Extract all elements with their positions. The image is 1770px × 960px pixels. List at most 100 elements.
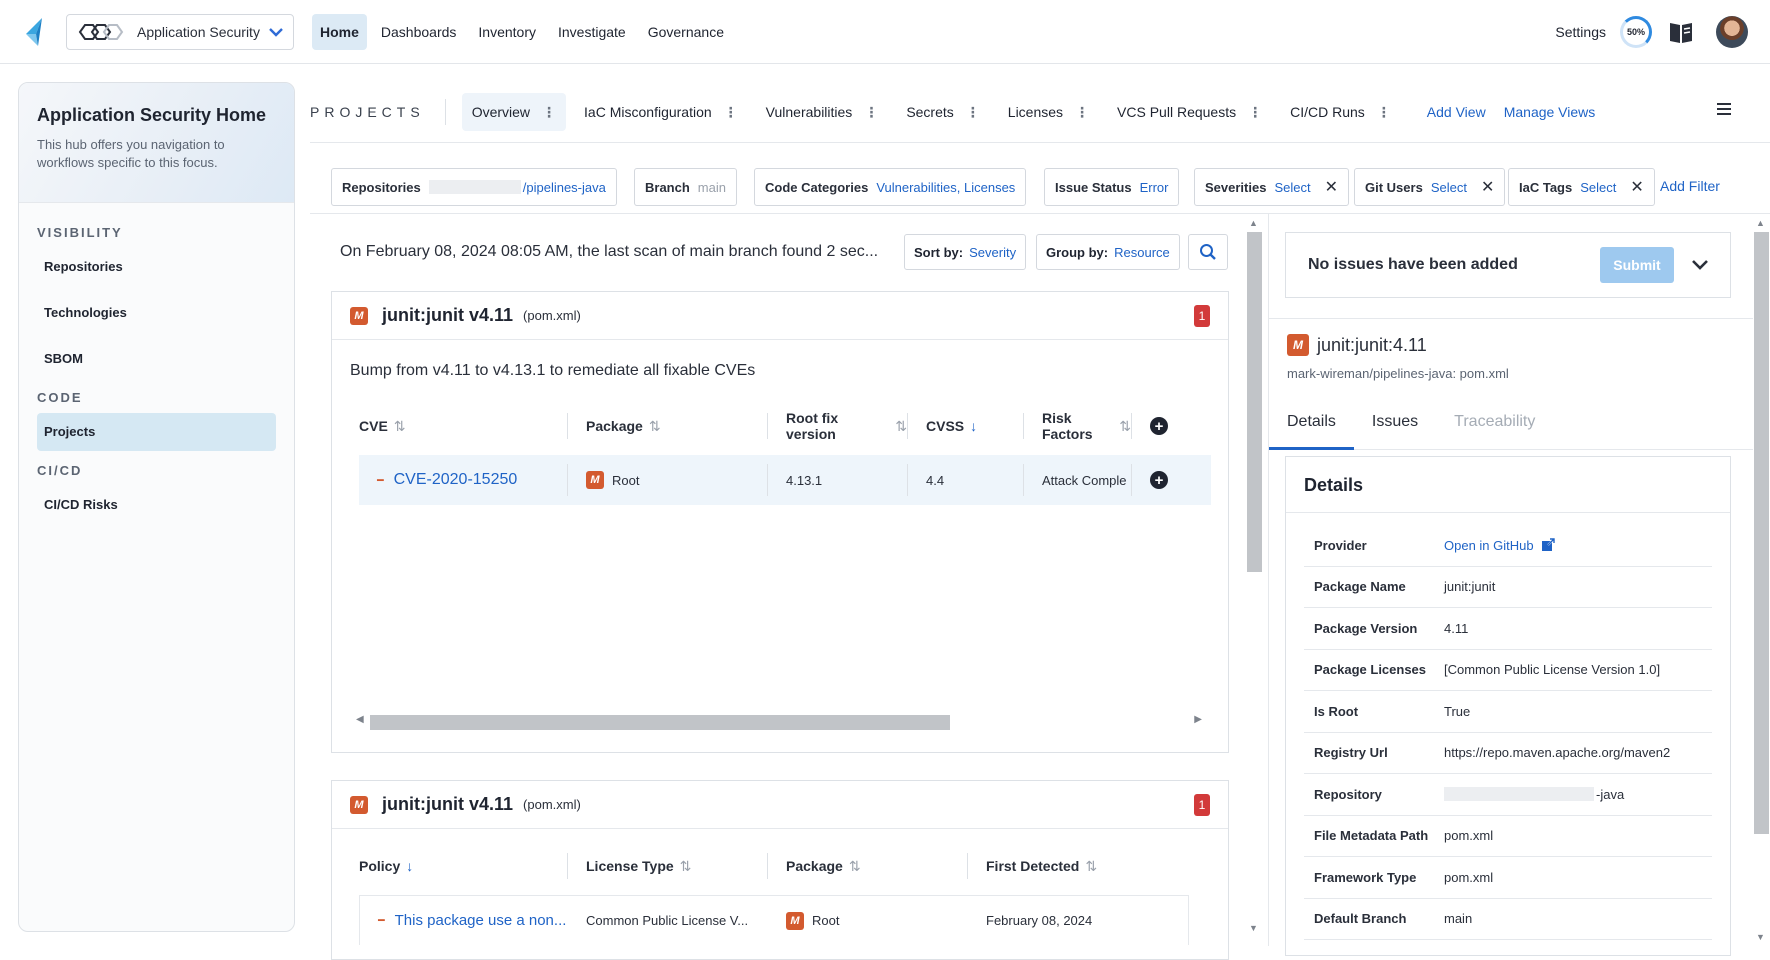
issue-count-badge: 1 [1194, 793, 1210, 816]
kebab-icon[interactable]: ⋮ [724, 104, 738, 121]
search-button[interactable] [1188, 234, 1228, 270]
scroll-up-icon[interactable]: ▲ [1249, 218, 1258, 228]
tab-vulnerabilities[interactable]: Vulnerabilities ⋮ [756, 93, 889, 131]
col-first-detected[interactable]: First Detected ⇅ [967, 853, 1167, 879]
details-box: Details Provider Open in GitHub Package … [1285, 456, 1731, 956]
col-cve[interactable]: CVE ⇅ [359, 413, 567, 439]
col-label: CVSS [926, 418, 965, 434]
scroll-left-icon[interactable]: ◀ [356, 714, 364, 725]
scroll-down-icon[interactable]: ▼ [1249, 923, 1258, 933]
scrollbar-thumb[interactable] [370, 715, 950, 730]
progress-ring[interactable]: 50% [1620, 16, 1652, 48]
add-icon[interactable]: + [1150, 471, 1168, 489]
user-avatar[interactable] [1716, 16, 1748, 48]
scrollbar-thumb[interactable] [1754, 232, 1769, 834]
kebab-icon[interactable]: ⋮ [1248, 104, 1262, 121]
sort-icon[interactable]: ⇅ [1085, 858, 1097, 875]
close-icon[interactable]: ✕ [1481, 177, 1494, 197]
col-policy[interactable]: Policy ↓ [359, 853, 567, 879]
detail-row-file-metadata-path: File Metadata Path pom.xml [1304, 816, 1712, 857]
sort-icon[interactable]: ⇅ [849, 858, 861, 875]
main-vertical-scrollbar[interactable]: ▲ ▼ [1246, 218, 1262, 933]
search-icon [1200, 244, 1216, 260]
filter-branch[interactable]: Branch main [634, 168, 737, 206]
nav-governance[interactable]: Governance [640, 14, 732, 50]
detail-row-package-name: Package Name junit:junit [1304, 567, 1712, 608]
filter-value: Error [1139, 179, 1169, 195]
open-in-github-link[interactable]: Open in GitHub [1444, 537, 1556, 553]
card-header[interactable]: M junit:junit v4.11 (pom.xml) 1 [332, 292, 1228, 340]
settings-link[interactable]: Settings [1555, 24, 1606, 40]
hub-link-technologies[interactable]: Technologies [37, 294, 276, 332]
filter-issue-status[interactable]: Issue Status Error [1044, 168, 1180, 206]
kebab-icon[interactable]: ⋮ [864, 104, 878, 121]
close-icon[interactable]: ✕ [1325, 177, 1338, 197]
nav-home[interactable]: Home [312, 14, 367, 50]
scroll-up-icon[interactable]: ▲ [1756, 218, 1765, 228]
kebab-icon[interactable]: ⋮ [966, 104, 980, 121]
product-logo-icon[interactable] [22, 16, 52, 48]
license-table-header: Policy ↓ License Type ⇅ Package ⇅ First Det… [359, 847, 1167, 885]
col-license-type[interactable]: License Type ⇅ [567, 853, 767, 879]
tab-iac-misconfiguration[interactable]: IaC Misconfiguration ⋮ [574, 93, 748, 131]
col-package[interactable]: Package ⇅ [567, 413, 767, 439]
filter-severities[interactable]: Severities Select ✕ [1194, 168, 1349, 206]
nav-dashboards[interactable]: Dashboards [373, 14, 465, 50]
col-risk-factors[interactable]: Risk Factors ⇅ [1023, 410, 1131, 442]
col-cvss[interactable]: CVSS ↓ [907, 413, 1023, 439]
filter-repositories[interactable]: Repositories /pipelines-java [331, 168, 617, 206]
cve-link[interactable]: CVE-2020-15250 [394, 471, 518, 489]
tab-secrets[interactable]: Secrets ⋮ [896, 93, 989, 131]
sort-icon[interactable]: ⇅ [1119, 418, 1131, 435]
tab-overview[interactable]: Overview ⋮ [461, 93, 567, 131]
filter-git-users[interactable]: Git Users Select ✕ [1354, 168, 1506, 206]
tab-cicd-runs[interactable]: CI/CD Runs ⋮ [1280, 93, 1401, 131]
col-package[interactable]: Package ⇅ [767, 853, 967, 879]
tab-vcs-pull-requests[interactable]: VCS Pull Requests ⋮ [1107, 93, 1272, 131]
add-view-link[interactable]: Add View [1427, 104, 1486, 120]
sort-icon[interactable]: ⇅ [680, 858, 692, 875]
col-root-fix-version[interactable]: Root fix version ⇅ [767, 410, 907, 442]
table-row[interactable]: ━ This package use a non... Common Public… [359, 895, 1189, 945]
kebab-icon[interactable]: ⋮ [542, 104, 556, 121]
sort-down-icon[interactable]: ↓ [970, 418, 977, 434]
panel-vertical-scrollbar[interactable]: ▲ ▼ [1753, 214, 1769, 946]
policy-link[interactable]: This package use a non... [395, 912, 567, 929]
chevron-down-icon[interactable] [1692, 260, 1708, 270]
sort-icon[interactable]: ⇅ [649, 418, 661, 435]
kebab-icon[interactable]: ⋮ [1075, 104, 1089, 121]
filter-code-categories[interactable]: Code Categories Vulnerabilities, License… [754, 168, 1027, 206]
table-row[interactable]: ━ CVE-2020-15250 M Root 4.13.1 4.4 Attack … [359, 455, 1211, 505]
kebab-icon[interactable]: ⋮ [1377, 104, 1391, 121]
card-header[interactable]: M junit:junit v4.11 (pom.xml) 1 [332, 781, 1228, 829]
sort-by-button[interactable]: Sort by: Severity [904, 234, 1027, 270]
horizontal-scrollbar[interactable]: ◀ ▶ [350, 714, 1208, 730]
book-icon[interactable] [1668, 19, 1694, 45]
nav-inventory[interactable]: Inventory [470, 14, 544, 50]
scrollbar-thumb[interactable] [1247, 232, 1262, 572]
scroll-down-icon[interactable]: ▼ [1756, 932, 1765, 942]
submit-button[interactable]: Submit [1600, 247, 1674, 283]
sort-icon[interactable]: ⇅ [394, 418, 406, 435]
app-logo-icon [78, 24, 124, 40]
hub-link-sbom[interactable]: SBOM [37, 340, 276, 378]
tab-details[interactable]: Details [1269, 400, 1354, 450]
hub-link-cicd-risks[interactable]: CI/CD Risks [37, 486, 276, 524]
filter-iac-tags[interactable]: IaC Tags Select ✕ [1508, 168, 1655, 206]
sort-down-icon[interactable]: ↓ [406, 858, 413, 874]
add-column-icon[interactable]: + [1150, 417, 1168, 435]
scroll-right-icon[interactable]: ▶ [1194, 714, 1202, 725]
manage-views-link[interactable]: Manage Views [1504, 104, 1596, 120]
nav-investigate[interactable]: Investigate [550, 14, 634, 50]
tab-issues[interactable]: Issues [1354, 400, 1436, 450]
tab-licenses[interactable]: Licenses ⋮ [998, 93, 1099, 131]
sort-icon[interactable]: ⇅ [895, 418, 907, 435]
add-filter-link[interactable]: Add Filter [1660, 178, 1720, 194]
hub-link-repositories[interactable]: Repositories [37, 248, 276, 286]
menu-icon[interactable] [1716, 102, 1732, 116]
app-switcher[interactable]: Application Security [66, 14, 294, 50]
close-icon[interactable]: ✕ [1630, 177, 1643, 197]
hub-link-projects[interactable]: Projects [37, 413, 276, 451]
tab-label: VCS Pull Requests [1117, 104, 1237, 120]
group-by-button[interactable]: Group by: Resource [1036, 234, 1180, 270]
